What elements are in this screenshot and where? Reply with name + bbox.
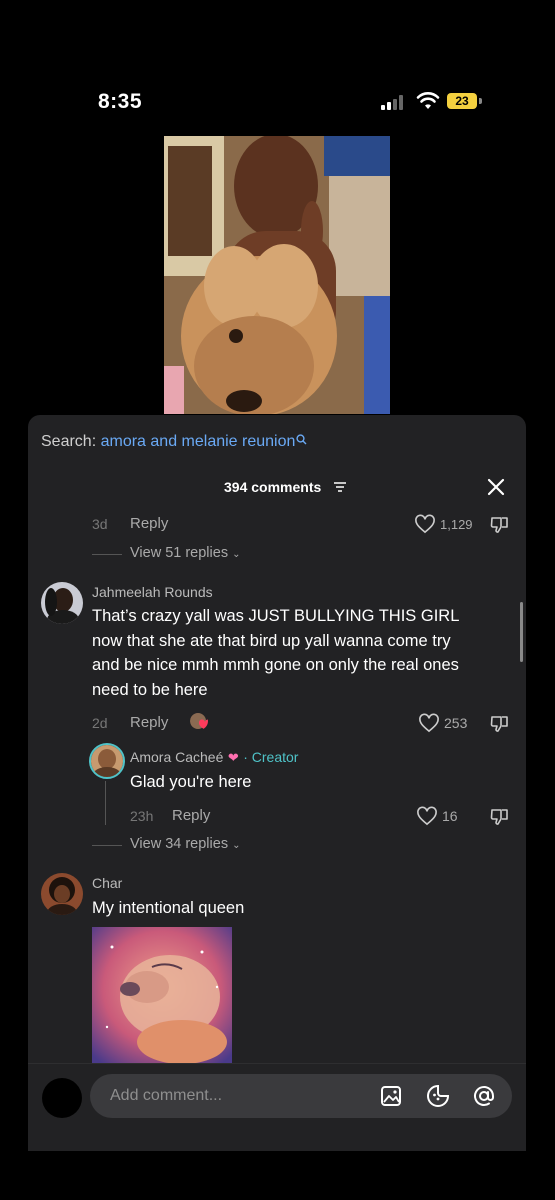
signal-icon (381, 94, 407, 110)
dislike-icon[interactable] (490, 807, 510, 826)
dislike-icon[interactable] (490, 515, 510, 534)
comment-composer: Add comment... (28, 1063, 526, 1151)
avatar-image (41, 582, 83, 624)
lion-image (92, 927, 232, 1063)
avatar[interactable] (41, 873, 83, 915)
heart-icon[interactable] (416, 806, 438, 826)
reply-button[interactable]: Reply (130, 515, 168, 532)
chevron-down-icon: ⌄ (232, 840, 241, 851)
sparkling-heart-icon: ❤ (227, 750, 239, 765)
reply-text: Glad you're here (130, 773, 252, 791)
status-time: 8:35 (98, 90, 143, 113)
scrollbar[interactable] (520, 602, 523, 662)
chevron-down-icon: ⌄ (232, 549, 241, 560)
thread-line (92, 845, 122, 846)
reply-button[interactable]: Reply (130, 714, 168, 731)
like-count: 1,129 (440, 517, 473, 532)
heart-icon[interactable] (414, 514, 436, 534)
creator-header: Amora Cacheé ❤ · Creator (130, 749, 298, 767)
like-count: 253 (444, 715, 468, 731)
comment-text: My intentional queen (92, 899, 245, 917)
dislike-icon[interactable] (490, 714, 510, 733)
comment-text-line: now that she ate that bird up yall wanna… (92, 631, 451, 650)
mention-icon[interactable] (472, 1084, 496, 1108)
avatar[interactable] (41, 582, 83, 624)
comment-text-line: and be nice mmh mmh gone on only the rea… (92, 656, 459, 674)
view-replies-button[interactable]: View 51 replies ⌄ (130, 545, 241, 561)
search-suggestion[interactable]: Search: amora and melanie reunion (41, 433, 307, 451)
battery-tip (479, 98, 482, 104)
creator-avatar[interactable] (89, 743, 125, 779)
search-label: Search: (41, 433, 101, 450)
creator-liked-avatar (190, 712, 208, 730)
reply-button[interactable]: Reply (172, 807, 210, 824)
image-icon[interactable] (380, 1085, 402, 1107)
thread-line (105, 781, 106, 825)
comment-text: That’s crazy yall was JUST BULLYING THIS… (92, 604, 522, 702)
creator-heart-badge-icon (190, 713, 208, 730)
wifi-icon (416, 92, 440, 109)
creator-label: · Creator (243, 749, 299, 765)
add-comment-input[interactable]: Add comment... (90, 1074, 512, 1118)
view-replies-label: View 51 replies (130, 545, 229, 561)
thread-line (92, 554, 122, 555)
emoji-sticker-icon[interactable] (426, 1084, 450, 1108)
video-preview[interactable] (164, 136, 390, 414)
battery-icon: 23 (447, 93, 477, 109)
search-icon (296, 434, 307, 445)
like-count: 16 (442, 808, 458, 824)
add-comment-placeholder: Add comment... (110, 1087, 223, 1104)
creator-avatar-image (91, 745, 123, 777)
comments-count: 394 comments (224, 479, 322, 495)
comment-image[interactable] (92, 927, 232, 1063)
comment-text-line: need to be here (92, 680, 208, 699)
comment-username[interactable]: Jahmeelah Rounds (92, 584, 213, 600)
creator-username[interactable]: Amora Cacheé (130, 749, 223, 765)
my-avatar (42, 1078, 82, 1118)
sort-filter-icon[interactable] (333, 481, 347, 493)
view-replies-button[interactable]: View 34 replies ⌄ (130, 836, 241, 852)
comment-age: 23h (130, 808, 154, 824)
avatar-image (41, 873, 83, 915)
comment-text-line: That’s crazy yall was JUST BULLYING THIS… (92, 607, 460, 625)
comments-sheet: Search: amora and melanie reunion 394 co… (28, 415, 526, 1151)
comment-age: 3d (92, 516, 108, 532)
comment-age: 2d (92, 715, 108, 731)
view-replies-label: View 34 replies (130, 836, 229, 852)
search-term-link[interactable]: amora and melanie reunion (101, 433, 296, 450)
close-icon[interactable] (486, 477, 506, 497)
comment-username[interactable]: Char (92, 875, 122, 891)
heart-icon[interactable] (418, 713, 440, 733)
video-frame-image (164, 136, 390, 414)
